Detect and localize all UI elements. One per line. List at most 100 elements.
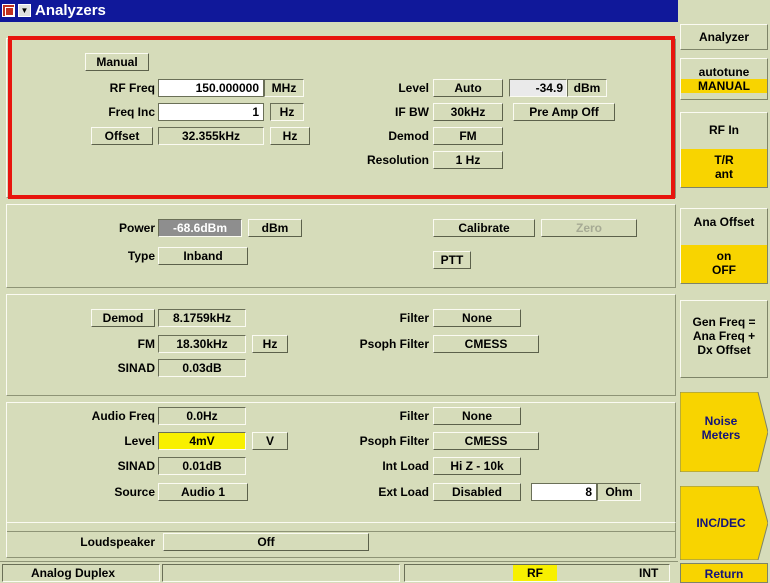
audio-filter-label: Filter: [399, 409, 429, 423]
ptt-button[interactable]: PTT: [433, 251, 471, 269]
resolution-label: Resolution: [367, 153, 429, 167]
status-rf: RF: [513, 565, 557, 581]
rf-in-title: RF In: [709, 123, 739, 137]
calibrate-button[interactable]: Calibrate: [433, 219, 535, 237]
loudspeaker-panel: Loudspeaker Off: [6, 522, 676, 558]
gen-freq-line3: Dx Offset: [697, 343, 751, 357]
ext-load-input[interactable]: 8: [531, 483, 597, 501]
loudspeaker-button[interactable]: Off: [163, 533, 369, 551]
level-value: -34.9: [509, 79, 567, 97]
freq-inc-label: Freq Inc: [108, 105, 155, 119]
loudspeaker-label: Loudspeaker: [80, 535, 155, 549]
if-bw-button[interactable]: 30kHz: [433, 103, 503, 121]
audio-freq-value: 0.0Hz: [158, 407, 246, 425]
ext-load-unit: Ohm: [597, 483, 641, 501]
meters-label: Meters: [701, 428, 741, 442]
ana-offset-softkey[interactable]: Ana Offset on OFF: [680, 208, 768, 284]
ana-offset-on: on: [716, 249, 732, 263]
gen-freq-line2: Ana Freq +: [692, 329, 756, 343]
window-title: Analyzers: [35, 2, 106, 19]
audio-psoph-button[interactable]: CMESS: [433, 432, 539, 450]
freq-inc-unit[interactable]: Hz: [270, 103, 304, 121]
rf-in-tr: T/R: [714, 153, 734, 167]
audio-panel: Audio Freq 0.0Hz Level 4mV V SINAD 0.01d…: [6, 402, 676, 532]
type-button[interactable]: Inband: [158, 247, 248, 265]
autotune-softkey[interactable]: autotune MANUAL: [680, 58, 768, 100]
demod-filter-button[interactable]: None: [433, 309, 521, 327]
pre-amp-button[interactable]: Pre Amp Off: [513, 103, 615, 121]
fm-unit-button[interactable]: Hz: [252, 335, 288, 353]
ana-offset-selection: on OFF: [681, 245, 767, 283]
ana-offset-title: Ana Offset: [693, 215, 755, 229]
status-mode: Analog Duplex: [2, 564, 160, 582]
offset-value: 32.355kHz: [158, 127, 264, 145]
audio-level-unit-button[interactable]: V: [252, 432, 288, 450]
audio-psoph-label: Psoph Filter: [359, 434, 429, 448]
analyzer-softkey[interactable]: Analyzer: [680, 24, 768, 50]
autotune-value: MANUAL: [681, 79, 767, 93]
audio-level-value[interactable]: 4mV: [158, 432, 246, 450]
power-value: -68.6dBm: [158, 219, 242, 237]
int-load-button[interactable]: Hi Z - 10k: [433, 457, 521, 475]
gen-freq-line1: Gen Freq =: [692, 315, 756, 329]
inc-dec-softkey[interactable]: INC/DEC: [680, 486, 768, 560]
ext-load-button[interactable]: Disabled: [433, 483, 521, 501]
audio-freq-label: Audio Freq: [91, 409, 155, 423]
resolution-button[interactable]: 1 Hz: [433, 151, 503, 169]
status-bar: Analog Duplex RF INT: [0, 561, 678, 583]
power-label: Power: [118, 221, 155, 235]
autotune-title: autotune: [698, 65, 750, 79]
audio-filter-button[interactable]: None: [433, 407, 521, 425]
main-panel: Manual RF Freq 150.000000 MHz Freq Inc 1…: [0, 22, 678, 561]
audio-level-label: Level: [124, 434, 155, 448]
ana-offset-off: OFF: [712, 263, 736, 277]
inc-dec-label: INC/DEC: [696, 516, 746, 530]
noise-meters-softkey[interactable]: Noise Meters: [680, 392, 768, 472]
return-button[interactable]: Return: [680, 563, 768, 583]
status-blank: [162, 564, 400, 582]
type-label: Type: [127, 249, 155, 263]
source-button[interactable]: Audio 1: [158, 483, 248, 501]
sinad-label: SINAD: [117, 361, 155, 375]
zero-button: Zero: [541, 219, 637, 237]
title-bar: ▼ Analyzers: [0, 0, 678, 22]
demod-psoph-button[interactable]: CMESS: [433, 335, 539, 353]
rf-in-softkey[interactable]: RF In T/R ant: [680, 112, 768, 188]
system-menu-icon[interactable]: [2, 4, 15, 17]
gen-freq-softkey[interactable]: Gen Freq = Ana Freq + Dx Offset: [680, 300, 768, 378]
noise-label: Noise: [704, 414, 738, 428]
demod-type-label: Demod: [388, 129, 429, 143]
manual-mode-button[interactable]: Manual: [85, 53, 149, 71]
source-label: Source: [114, 485, 155, 499]
audio-sinad-label: SINAD: [117, 459, 155, 473]
rf-in-ant: ant: [715, 167, 733, 181]
demod-type-button[interactable]: FM: [433, 127, 503, 145]
rf-in-selection: T/R ant: [681, 149, 767, 187]
int-load-label: Int Load: [382, 459, 429, 473]
demod-psoph-label: Psoph Filter: [359, 337, 429, 351]
dropdown-arrow-icon[interactable]: ▼: [18, 4, 31, 17]
status-indicators: RF INT: [404, 564, 670, 582]
freq-inc-input[interactable]: 1: [158, 103, 264, 121]
level-mode-button[interactable]: Auto: [433, 79, 503, 97]
rf-settings-panel: Manual RF Freq 150.000000 MHz Freq Inc 1…: [6, 38, 676, 198]
demod-value: 8.1759kHz: [158, 309, 246, 327]
softkey-panel: Analyzer autotune MANUAL RF In T/R ant A…: [678, 0, 770, 583]
audio-sinad-value: 0.01dB: [158, 457, 246, 475]
rf-freq-input[interactable]: 150.000000: [158, 79, 264, 97]
offset-unit-button[interactable]: Hz: [270, 127, 310, 145]
fm-label: FM: [137, 337, 155, 351]
rf-freq-label: RF Freq: [109, 81, 155, 95]
power-panel: Power -68.6dBm dBm Type Inband Calibrate…: [6, 204, 676, 288]
status-int: INT: [639, 566, 659, 580]
if-bw-label: IF BW: [395, 105, 429, 119]
level-label: Level: [398, 81, 429, 95]
demod-button[interactable]: Demod: [91, 309, 155, 327]
offset-button[interactable]: Offset: [91, 127, 153, 145]
power-unit-button[interactable]: dBm: [248, 219, 302, 237]
demod-panel: Demod 8.1759kHz FM 18.30kHz Hz SINAD 0.0…: [6, 294, 676, 396]
rf-freq-unit[interactable]: MHz: [264, 79, 304, 97]
sinad-value: 0.03dB: [158, 359, 246, 377]
fm-value: 18.30kHz: [158, 335, 246, 353]
demod-filter-label: Filter: [399, 311, 429, 325]
